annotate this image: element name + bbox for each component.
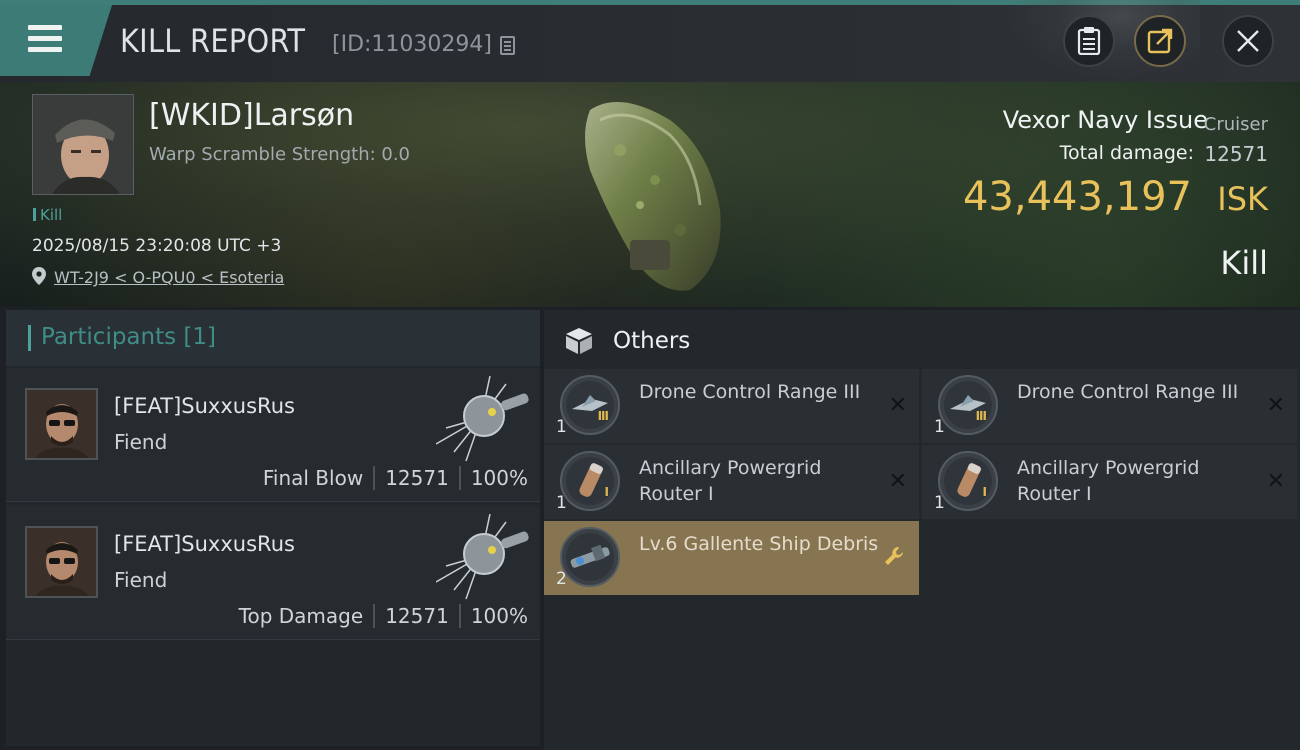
menu-button[interactable]: [0, 5, 112, 76]
participants-title: Participants [1]: [41, 324, 216, 350]
participant-name[interactable]: [FEAT]SuxxusRus: [114, 532, 295, 556]
item-name: Drone Control Range III: [639, 381, 861, 403]
isk-unit: ISK: [1217, 180, 1268, 218]
participant-avatar[interactable]: [25, 526, 98, 598]
item-name: Ancillary Powergrid Router I: [639, 457, 822, 505]
item-name: Lv.6 Gallente Ship Debris: [639, 533, 879, 555]
participant-portrait-image: [27, 390, 96, 458]
participant-portrait-image: [27, 528, 96, 596]
participant-ship: Fiend: [114, 430, 168, 454]
kill-outcome: Kill: [1220, 244, 1268, 282]
victim-ship-class: Cruiser: [1203, 114, 1268, 135]
victim-ship-image: [585, 102, 721, 291]
menu-icon-line: [28, 47, 62, 52]
item-name: Drone Control Range III: [1017, 381, 1239, 403]
drone-control-range-icon: III: [560, 375, 620, 435]
powergrid-router-icon: I: [938, 451, 998, 511]
participant-ship-icon[interactable]: [436, 376, 536, 464]
victim-ship-name[interactable]: Vexor Navy Issue: [1003, 106, 1208, 134]
page-title: KILL REPORT: [120, 22, 306, 60]
wrench-icon[interactable]: [883, 545, 907, 569]
item-quantity: 2: [556, 569, 567, 589]
participant-percent: 100%: [470, 604, 528, 628]
item-quantity: 1: [934, 493, 945, 513]
dropped-item[interactable]: I 1 Ancillary Powergrid Router I ✕: [922, 445, 1297, 519]
share-icon: [1147, 28, 1173, 54]
cargo-box-icon: [566, 328, 592, 354]
item-tier: I: [982, 485, 988, 499]
participant-damage: 12571: [385, 466, 449, 490]
destroyed-icon: ✕: [1266, 393, 1285, 418]
participant-avatar[interactable]: [25, 388, 98, 460]
item-name: Ancillary Powergrid Router I: [1017, 457, 1200, 505]
participants-label: Participants: [41, 324, 177, 350]
powergrid-router-icon: I: [560, 451, 620, 511]
participants-count: [1]: [183, 324, 217, 350]
clipboard-button[interactable]: [1063, 15, 1115, 67]
share-button[interactable]: [1134, 15, 1186, 67]
stat-separator: [458, 604, 461, 628]
warp-scramble-strength: Warp Scramble Strength: 0.0: [149, 144, 411, 165]
participant-role: Top Damage: [238, 604, 364, 628]
drone-control-range-icon: III: [938, 375, 998, 435]
others-title: Others: [613, 328, 691, 354]
dropped-item[interactable]: III 1 Drone Control Range III ✕: [544, 369, 919, 443]
pilot-portrait-image: [33, 95, 133, 194]
destroyed-icon: ✕: [888, 393, 907, 418]
dropped-item[interactable]: 2 Lv.6 Gallente Ship Debris: [544, 521, 919, 595]
participant-card[interactable]: [FEAT]SuxxusRus Fiend Top Damage 12571 100…: [6, 506, 540, 640]
total-damage-value: 12571: [1204, 142, 1268, 166]
stat-separator: [373, 604, 376, 628]
stat-separator: [458, 466, 461, 490]
participant-ship-icon[interactable]: [436, 514, 536, 602]
victim-summary: [WKID]Larsøn Warp Scramble Strength: 0.0…: [0, 82, 1300, 307]
kill-location-link[interactable]: WT-2J9 < O-PQU0 < Esoteria: [54, 268, 284, 287]
dropped-item[interactable]: III 1 Drone Control Range III ✕: [922, 369, 1297, 443]
isk-value: 43,443,197: [962, 174, 1192, 220]
participant-stats: Final Blow 12571 100%: [263, 466, 528, 490]
copy-icon[interactable]: [500, 36, 515, 55]
ship-debris-icon: [560, 527, 620, 587]
stat-separator: [373, 466, 376, 490]
participant-role: Final Blow: [262, 466, 364, 490]
participant-card[interactable]: [FEAT]SuxxusRus Fiend Final Blow 12571 100…: [6, 368, 540, 502]
kill-timestamp: 2025/08/15 23:20:08 UTC +3: [32, 236, 282, 256]
kill-tag: Kill: [33, 206, 62, 224]
victim-pilot-name[interactable]: [WKID]Larsøn: [149, 98, 354, 133]
clipboard-icon: [1077, 27, 1101, 55]
close-icon: [1237, 30, 1259, 52]
participants-header: Participants [1]: [6, 310, 540, 366]
others-header: Others: [544, 310, 1300, 368]
participant-damage: 12571: [385, 604, 449, 628]
victim-portrait[interactable]: [32, 94, 134, 195]
dropped-item[interactable]: I 1 Ancillary Powergrid Router I ✕: [544, 445, 919, 519]
others-panel: Others III 1 Drone Control Range III ✕ I…: [544, 310, 1300, 750]
menu-icon: [28, 25, 62, 30]
item-tier: I: [604, 485, 610, 499]
destroyed-icon: ✕: [1266, 469, 1285, 494]
total-damage-label: Total damage:: [1059, 142, 1194, 164]
item-tier: III: [975, 409, 987, 423]
participants-header-accent: [28, 325, 31, 351]
participant-stats: Top Damage 12571 100%: [239, 604, 528, 628]
participant-name[interactable]: [FEAT]SuxxusRus: [114, 394, 295, 418]
destroyed-icon: ✕: [888, 469, 907, 494]
item-quantity: 1: [556, 417, 567, 437]
item-tier: III: [597, 409, 609, 423]
location-pin-icon: [32, 267, 46, 285]
participant-ship: Fiend: [114, 568, 168, 592]
report-id: [ID:11030294]: [332, 32, 492, 57]
item-quantity: 1: [556, 493, 567, 513]
item-quantity: 1: [934, 417, 945, 437]
close-button[interactable]: [1222, 15, 1274, 67]
menu-icon-line: [28, 36, 62, 41]
participant-percent: 100%: [470, 466, 528, 490]
kill-report-screen: KILL REPORT [ID:11030294] [WKID]Larsøn W…: [0, 0, 1300, 750]
participants-panel: Participants [1] [FEAT]SuxxusRus Fiend F…: [6, 310, 540, 746]
header-bar: KILL REPORT [ID:11030294]: [0, 0, 1300, 82]
